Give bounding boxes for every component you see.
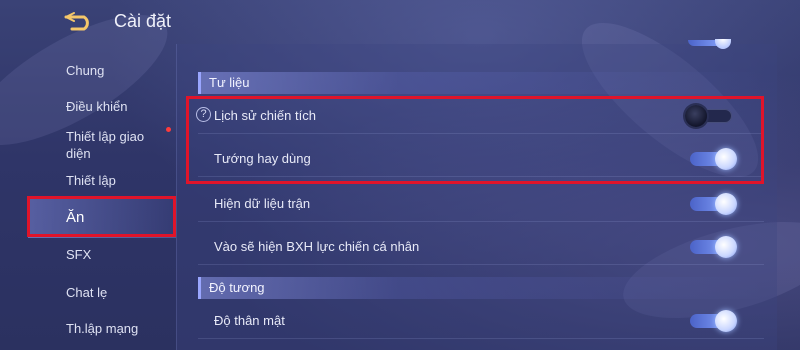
setting-label: Vào sẽ hiện BXH lực chiến cá nhân xyxy=(214,239,420,254)
highlight-box-sidebar xyxy=(27,196,176,237)
section-title: Độ tương xyxy=(209,280,265,295)
setting-row-bxh-luc-chien: Vào sẽ hiện BXH lực chiến cá nhân xyxy=(198,229,764,265)
notification-dot xyxy=(166,127,171,132)
section-header-tu-lieu: Tư liệu xyxy=(198,72,764,94)
setting-row-do-than-mat: Độ thân mật xyxy=(198,303,764,339)
sidebar-item-chung[interactable]: Chung xyxy=(66,62,104,79)
sidebar-item-thiet-lap-mang[interactable]: Th.lập mạng xyxy=(66,320,138,337)
toggle-knob xyxy=(715,310,737,332)
highlight-box-settings xyxy=(186,96,764,184)
page-title: Cài đặt xyxy=(114,11,172,31)
sidebar-item-sfx[interactable]: SFX xyxy=(66,246,91,263)
toggle-knob xyxy=(715,193,737,215)
sidebar-item-thiet-lap[interactable]: Thiết lập xyxy=(66,172,116,189)
section-header-do-tuong: Độ tương xyxy=(198,277,764,299)
setting-label: Hiện dữ liệu trận xyxy=(214,196,311,211)
toggle-do-than-mat[interactable] xyxy=(690,310,737,332)
sidebar-item-chat-le[interactable]: Chat lẹ xyxy=(66,284,107,301)
toggle-bxh-luc-chien[interactable] xyxy=(690,236,737,258)
sidebar-item-thiet-lap-giao-dien[interactable]: Thiết lập giao diện xyxy=(66,128,162,162)
back-arrow-icon[interactable] xyxy=(64,11,100,31)
header: Cài đặt xyxy=(0,0,800,44)
setting-row-hien-du-lieu-tran: Hiện dữ liệu trận xyxy=(198,186,764,222)
section-title: Tư liệu xyxy=(209,75,250,90)
setting-label: Độ thân mật xyxy=(214,313,285,328)
sidebar-item-dieu-khien[interactable]: Điều khiển xyxy=(66,98,127,115)
toggle-knob xyxy=(715,236,737,258)
toggle-hien-du-lieu-tran[interactable] xyxy=(690,193,737,215)
